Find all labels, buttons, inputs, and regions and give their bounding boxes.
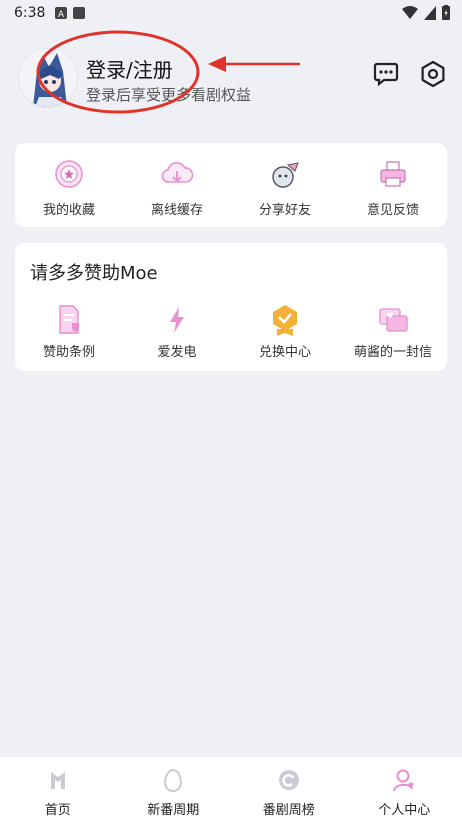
avatar[interactable]: [18, 48, 78, 108]
offline-cache-button[interactable]: 离线缓存: [123, 157, 231, 218]
nav-profile[interactable]: 个人中心: [347, 757, 462, 821]
afdian-label: 爱发电: [157, 345, 197, 360]
lightning-icon: [170, 307, 184, 333]
afdian-button[interactable]: 爱发电: [123, 303, 231, 360]
svg-text:A: A: [58, 10, 65, 19]
share-icon: [272, 162, 299, 188]
quick-actions-card: 我的收藏 离线缓存 分享好友 意见反馈: [15, 143, 447, 227]
favorites-button[interactable]: 我的收藏: [15, 157, 123, 218]
redeem-center-label: 兑换中心: [258, 345, 311, 360]
badge-icon: [273, 305, 297, 336]
signal-icon: [424, 5, 436, 20]
favorites-label: 我的收藏: [42, 203, 95, 218]
settings-icon[interactable]: [419, 60, 447, 88]
nav-schedule-label: 新番周期: [147, 803, 200, 818]
feedback-label: 意见反馈: [366, 203, 419, 218]
avatar-image: [19, 49, 77, 107]
wifi-icon: [402, 5, 418, 19]
redeem-center-button[interactable]: 兑换中心: [231, 303, 339, 360]
offline-cache-label: 离线缓存: [150, 203, 203, 218]
moe-letter-button[interactable]: 萌酱的一封信: [339, 303, 447, 360]
battery-icon: [442, 5, 450, 20]
letter-icon: [379, 308, 408, 332]
home-icon: [50, 772, 65, 789]
feedback-icon: [380, 161, 406, 187]
cloud-download-icon: [161, 162, 194, 183]
sponsor-title: 请多多赞助Moe: [30, 263, 158, 284]
moe-letter-label: 萌酱的一封信: [353, 345, 432, 360]
egg-icon: [164, 768, 183, 792]
chat-icon[interactable]: [372, 60, 400, 88]
sponsor-terms-button[interactable]: 赞助条例: [15, 303, 123, 360]
document-shield-icon: [59, 305, 79, 334]
login-register-link[interactable]: 登录/注册: [86, 54, 173, 83]
status-time: 6:38: [14, 5, 46, 21]
nav-profile-label: 个人中心: [378, 803, 431, 818]
sponsor-card: 请多多赞助Moe 赞助条例 爱发电 兑换中心 萌酱的一封信: [15, 243, 447, 371]
ranking-icon: [278, 770, 299, 790]
login-benefit-text: 登录后享受更多看剧权益: [86, 86, 252, 104]
bottom-navigation: 首页 新番周期 番剧周榜 个人中心: [0, 757, 462, 821]
share-friends-button[interactable]: 分享好友: [231, 157, 339, 218]
profile-icon: [393, 769, 414, 792]
sponsor-terms-label: 赞助条例: [42, 345, 95, 360]
nav-schedule[interactable]: 新番周期: [116, 757, 232, 821]
feedback-button[interactable]: 意见反馈: [339, 157, 447, 218]
favorite-icon: [55, 160, 83, 188]
status-bar: 6:38 A: [0, 0, 462, 26]
share-friends-label: 分享好友: [258, 203, 311, 218]
nav-ranking-label: 番剧周榜: [262, 803, 315, 818]
notification-a-icon: A: [55, 7, 68, 19]
nav-home-label: 首页: [44, 803, 71, 818]
nav-home[interactable]: 首页: [0, 757, 116, 821]
nav-ranking[interactable]: 番剧周榜: [231, 757, 347, 821]
profile-header: 登录/注册 登录后享受更多看剧权益: [0, 40, 462, 120]
notification-square-icon: [73, 7, 86, 19]
